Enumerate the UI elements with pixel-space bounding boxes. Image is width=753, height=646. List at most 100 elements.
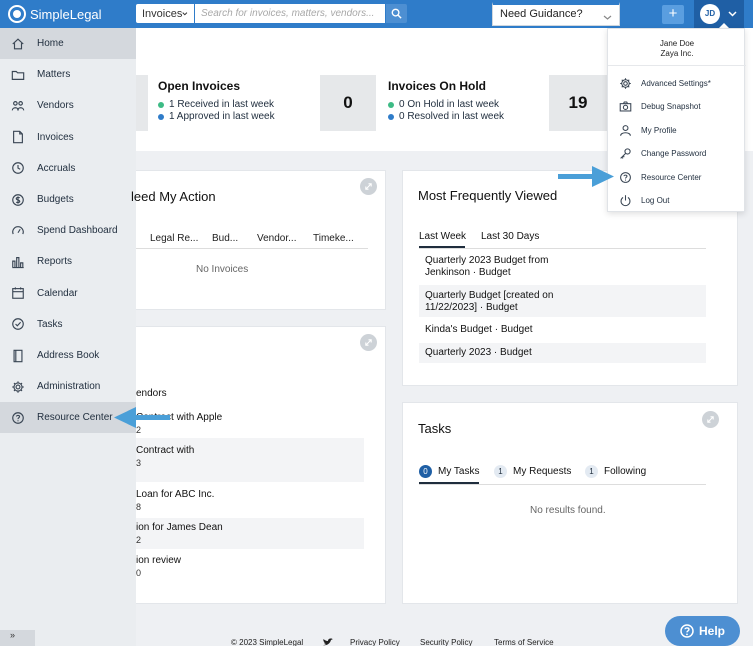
- footer-link-privacy-policy[interactable]: Privacy Policy: [350, 638, 400, 646]
- invoice-icon: [10, 130, 25, 145]
- matter-row[interactable]: Contract with 3: [136, 445, 194, 469]
- frequent-item[interactable]: Kinda's Budget · Budget: [425, 324, 533, 336]
- sidebar-item-label: Reports: [37, 256, 73, 268]
- menu-item-debug-snapshot[interactable]: Debug Snapshot: [618, 100, 701, 114]
- add-new-button[interactable]: +: [662, 5, 684, 24]
- matter-row[interactable]: Loan for ABC Inc. 8: [136, 489, 214, 513]
- on-hold-line[interactable]: 0 On Hold in last week: [388, 99, 499, 110]
- sidebar-item-label: Spend Dashboard: [37, 225, 118, 237]
- tab-my-requests[interactable]: 1 My Requests: [494, 465, 571, 478]
- search-input[interactable]: [195, 4, 385, 23]
- need-guidance-select[interactable]: Need Guidance?: [492, 2, 620, 26]
- frequent-item-line2: 11/22/2023] · Budget: [425, 302, 518, 313]
- matter-row-subtitle: 8: [136, 502, 142, 512]
- sidebar-collapse-button[interactable]: »: [0, 630, 35, 646]
- search-scope-select[interactable]: Invoices: [136, 4, 194, 23]
- plus-icon: +: [668, 5, 678, 22]
- arrow-icon: [114, 407, 170, 428]
- invoices-on-hold-title[interactable]: Invoices On Hold: [388, 79, 486, 93]
- sidebar-item-label: Calendar: [37, 287, 78, 299]
- sidebar-item-invoices[interactable]: Invoices: [0, 122, 136, 153]
- open-invoices-received-text: 1 Received in last week: [169, 99, 275, 110]
- column-header-vendor[interactable]: Vendor...: [257, 233, 296, 244]
- menu-item-advanced-settings[interactable]: Advanced Settings*: [618, 76, 711, 90]
- matter-row-title: Loan for ABC Inc.: [136, 489, 215, 500]
- green-dot-icon: [388, 101, 394, 108]
- search-button[interactable]: [386, 4, 407, 23]
- help-button[interactable]: Help: [665, 616, 740, 646]
- sidebar-item-address-book[interactable]: Address Book: [0, 340, 136, 371]
- open-invoices-title[interactable]: Open Invoices: [158, 79, 240, 93]
- tasks-card: [402, 402, 738, 604]
- sidebar-item-administration[interactable]: Administration: [0, 371, 136, 402]
- chevron-down-icon: [603, 15, 612, 20]
- sidebar-item-calendar[interactable]: Calendar: [0, 278, 136, 309]
- frequent-item[interactable]: Quarterly 2023 · Budget: [425, 347, 532, 359]
- matter-row-title: Contract with: [136, 445, 195, 456]
- app-logo[interactable]: SimpleLegal: [8, 5, 102, 23]
- footer-link-security-policy[interactable]: Security Policy: [420, 638, 472, 646]
- tab-last-week[interactable]: Last Week: [419, 231, 466, 242]
- frequent-item[interactable]: Quarterly 2023 Budget from Jenkinson · Bu…: [425, 255, 548, 279]
- sidebar-item-label: Tasks: [37, 318, 63, 330]
- matter-row[interactable]: ion review 0: [136, 555, 181, 579]
- frequent-item-line1: Quarterly 2023 · Budget: [425, 347, 532, 358]
- expand-button[interactable]: [360, 334, 377, 351]
- sidebar-item-label: Resource Center: [37, 412, 113, 424]
- sidebar-item-matters[interactable]: Matters: [0, 59, 136, 90]
- tab-following[interactable]: 1 Following: [585, 465, 646, 478]
- expand-icon: [707, 416, 714, 423]
- menu-item-label: My Profile: [641, 125, 677, 135]
- sidebar-item-tasks[interactable]: Tasks: [0, 309, 136, 340]
- sidebar-item-budgets[interactable]: Budgets: [0, 184, 136, 215]
- menu-user-info: Jane Doe Zaya Inc.: [608, 39, 746, 59]
- stat-box-left: [136, 75, 148, 131]
- expand-button[interactable]: [360, 178, 377, 195]
- frequent-item[interactable]: Quarterly Budget [created on 11/22/2023] …: [425, 290, 553, 314]
- menu-item-my-profile[interactable]: My Profile: [618, 123, 677, 137]
- sidebar-item-label: Invoices: [37, 131, 74, 143]
- menu-item-change-password[interactable]: Change Password: [618, 147, 706, 161]
- menu-item-label: Debug Snapshot: [641, 102, 701, 111]
- sidebar-item-label: Home: [37, 38, 64, 49]
- matter-row[interactable]: ion for James Dean 2: [136, 522, 223, 546]
- open-invoices-approved-text: 1 Approved in last week: [169, 111, 275, 122]
- gear-icon: [618, 76, 632, 90]
- matter-row-subtitle: 2: [136, 535, 142, 545]
- sidebar-item-spend-dashboard[interactable]: Spend Dashboard: [0, 215, 136, 246]
- expand-button[interactable]: [702, 411, 719, 428]
- top-bar: SimpleLegal Invoices Need Guidance? + JD: [0, 0, 753, 28]
- open-invoices-received[interactable]: 1 Received in last week: [158, 99, 274, 110]
- logo-mark-icon: [8, 5, 26, 23]
- footer-link-terms-of-service[interactable]: Terms of Service: [494, 638, 554, 646]
- resolved-line[interactable]: 0 Resolved in last week: [388, 111, 504, 122]
- sidebar-item-home[interactable]: Home: [0, 28, 136, 59]
- tab-last-30-days[interactable]: Last 30 Days: [481, 231, 539, 242]
- sidebar-item-label: Budgets: [37, 194, 74, 205]
- my-tasks-count: 0: [419, 465, 432, 478]
- tab-my-tasks[interactable]: 0 My Tasks: [419, 465, 480, 478]
- stat-box-third-count[interactable]: 19: [549, 75, 607, 131]
- open-invoices-approved[interactable]: 1 Approved in last week: [158, 111, 275, 122]
- invoices-on-hold-count[interactable]: 0: [320, 75, 376, 131]
- sidebar-item-accruals[interactable]: Accruals: [0, 153, 136, 184]
- column-header-budget[interactable]: Bud...: [212, 233, 238, 244]
- expand-icon: [365, 339, 372, 346]
- menu-item-log-out[interactable]: Log Out: [618, 194, 669, 208]
- matter-row-title: ion review: [136, 555, 182, 566]
- help-label: Help: [698, 624, 725, 638]
- twitter-icon[interactable]: [323, 638, 333, 646]
- blue-dot-icon: [158, 113, 164, 120]
- matter-row[interactable]: endors: [136, 388, 167, 400]
- resolved-line-text: 0 Resolved in last week: [399, 111, 505, 122]
- menu-divider: [608, 65, 746, 66]
- column-header-timekeeper[interactable]: Timeke...: [313, 233, 354, 244]
- column-header-legal-request[interactable]: Legal Re...: [150, 233, 198, 244]
- sidebar-item-reports[interactable]: Reports: [0, 246, 136, 277]
- tabs-divider: [419, 484, 706, 485]
- avatar: JD: [700, 4, 720, 24]
- sidebar-item-vendors[interactable]: Vendors: [0, 90, 136, 121]
- clock-icon: [10, 161, 25, 176]
- on-hold-line-text: 0 On Hold in last week: [399, 99, 500, 110]
- menu-item-resource-center[interactable]: Resource Center: [618, 170, 701, 184]
